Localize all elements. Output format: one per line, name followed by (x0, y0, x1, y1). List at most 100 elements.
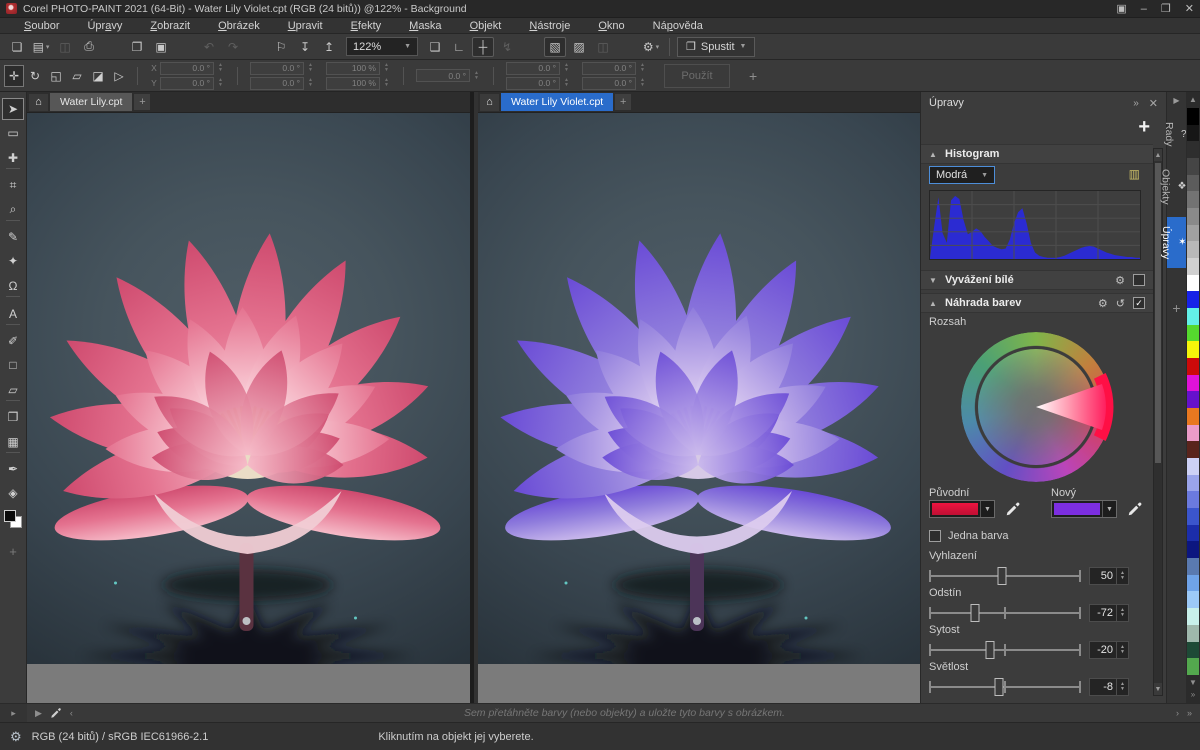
distort-tool-icon[interactable]: ◪ (88, 65, 108, 87)
collapse-icon[interactable]: ▲ (929, 150, 939, 159)
rotate-tool-icon[interactable]: ↻ (25, 65, 45, 87)
object-pick-tool[interactable]: ❐ (2, 406, 24, 428)
slider-handle[interactable] (970, 604, 979, 622)
rectangle-mask-tool[interactable]: ▭ (2, 122, 24, 144)
scrollbar-thumb[interactable] (1155, 163, 1161, 463)
import-icon[interactable]: ↧ (294, 37, 316, 57)
single-color-checkbox[interactable] (929, 530, 941, 542)
palette-color[interactable] (1187, 291, 1199, 308)
menu-item-pravy[interactable]: Úpravy (73, 18, 136, 34)
slider-value-box[interactable]: -20 ▲▼ (1089, 641, 1129, 659)
overflow-icon[interactable]: » (1187, 708, 1192, 718)
foreground-background-colors[interactable] (4, 510, 22, 528)
close-button[interactable]: ✕ (1185, 2, 1194, 15)
fullscreen-preview-icon[interactable]: ❑ (424, 37, 446, 57)
slider-handle[interactable] (994, 678, 1003, 696)
palette-color[interactable] (1187, 525, 1199, 542)
palette-color[interactable] (1187, 241, 1199, 258)
sign-in-icon[interactable]: ▣ (1116, 2, 1126, 15)
palette-color[interactable] (1187, 625, 1199, 642)
color-replace-section-header[interactable]: ▲ Náhrada barev ⚙ ↺ ✓ (921, 293, 1153, 313)
palette-color[interactable] (1187, 141, 1199, 158)
eyedropper-icon[interactable] (50, 707, 62, 719)
mask-marquee-icon[interactable]: ▧ (544, 37, 566, 57)
palette-color[interactable] (1187, 591, 1199, 608)
close-panel-icon[interactable]: ✕ (1149, 97, 1158, 110)
palette-color[interactable] (1187, 358, 1199, 375)
palette-color[interactable] (1187, 541, 1199, 558)
home-icon[interactable]: ⌂ (29, 94, 48, 111)
histogram-channel-select[interactable]: Modrá ▼ (929, 166, 995, 184)
slider-track[interactable] (929, 604, 1081, 622)
color-wheel[interactable] (961, 332, 1111, 482)
palette-color[interactable] (1187, 125, 1199, 142)
separator[interactable] (520, 37, 542, 57)
palette-color[interactable] (1187, 458, 1199, 475)
copy-icon[interactable]: ❐ (126, 37, 148, 57)
position-tool-icon[interactable]: ✛ (4, 65, 24, 87)
color-settings-gear-icon[interactable]: ⚙ (10, 729, 22, 745)
scroll-left-icon[interactable]: ‹ (70, 708, 73, 718)
print-icon[interactable]: ⎙ (78, 37, 100, 57)
crop-tool[interactable]: ⌗ (2, 174, 24, 196)
fill-tool[interactable]: ◈ (2, 482, 24, 504)
menu-item-obrzek[interactable]: Obrázek (204, 18, 274, 34)
ring-range-handle[interactable] (1105, 402, 1112, 413)
tab-rady[interactable]: ? Rady (1167, 113, 1187, 156)
menu-item-upravit[interactable]: Upravit (274, 18, 337, 34)
white-balance-section-header[interactable]: ▼ Vyvážení bílé ⚙ (921, 270, 1153, 290)
export-icon[interactable]: ↥ (318, 37, 340, 57)
palette-color[interactable] (1187, 391, 1199, 408)
palette-color[interactable] (1187, 308, 1199, 325)
play-icon[interactable]: ▶ (35, 708, 42, 719)
palette-color[interactable] (1187, 191, 1199, 208)
rectangle-tool[interactable]: □ (2, 354, 24, 376)
histogram-options-icon[interactable]: ▥ (1129, 167, 1140, 181)
original-color-picker[interactable]: ▼ (929, 500, 995, 518)
spinner-buttons[interactable]: ▲▼ (1116, 605, 1128, 621)
menu-item-efekty[interactable]: Efekty (337, 18, 396, 34)
scroll-down-icon[interactable]: ▼ (1154, 683, 1162, 695)
options-gear-icon[interactable]: ⚙ (640, 37, 662, 57)
collapse-icon[interactable]: ▲ (929, 299, 939, 308)
launch-button[interactable]: ❐ Spustit ▼ (677, 37, 755, 57)
separator[interactable] (246, 37, 268, 57)
palette-color[interactable] (1187, 325, 1199, 342)
histogram-section-header[interactable]: ▲ Histogram (921, 144, 1153, 164)
palette-color[interactable] (1187, 158, 1199, 175)
home-icon[interactable]: ⌂ (480, 94, 499, 111)
undo-icon[interactable]: ↶ (198, 37, 220, 57)
save-icon[interactable]: ◫ (54, 37, 76, 57)
effect-tool[interactable]: ✦ (2, 250, 24, 272)
pick-tool[interactable]: ➤ (2, 98, 24, 120)
palette-color[interactable] (1187, 558, 1199, 575)
mask-outline-icon[interactable]: ▨ (568, 37, 590, 57)
menu-item-okno[interactable]: Okno (584, 18, 638, 34)
mask-transform-tool[interactable]: ✚ (2, 146, 24, 168)
expand-panel-icon[interactable]: » (1133, 98, 1139, 109)
palette-color[interactable] (1187, 108, 1199, 125)
transparency-tool[interactable]: ▦ (2, 430, 24, 452)
new-tab-button[interactable]: + (615, 94, 631, 110)
add-docker-button[interactable]: + (1172, 300, 1180, 316)
palette-color[interactable] (1187, 225, 1199, 242)
palette-color[interactable] (1187, 275, 1199, 292)
reset-icon[interactable]: ↺ (1116, 297, 1125, 310)
slider-track[interactable] (929, 641, 1081, 659)
restore-button[interactable]: ❐ (1161, 2, 1171, 15)
palette-color[interactable] (1187, 608, 1199, 625)
skew-tool-icon[interactable]: ▱ (67, 65, 87, 87)
menu-item-npovda[interactable]: Nápověda (639, 18, 717, 34)
collapse-icon[interactable]: ▼ (929, 276, 939, 285)
minimize-button[interactable]: – (1141, 3, 1147, 15)
scroll-up-icon[interactable]: ▲ (1154, 149, 1162, 161)
collapse-dockers-icon[interactable]: ▶ (1173, 96, 1179, 105)
document-tab-active[interactable]: Water Lily Violet.cpt (501, 93, 613, 111)
redo-icon[interactable]: ↷ (222, 37, 244, 57)
document-canvas-right[interactable] (478, 113, 920, 664)
pan-icon[interactable]: ⚐ (270, 37, 292, 57)
palette-color[interactable] (1187, 408, 1199, 425)
mask-invert-icon[interactable]: ◫ (592, 37, 614, 57)
lasso-mask-tool[interactable]: Ω (2, 274, 24, 296)
perspective-tool-icon[interactable]: ▷ (109, 65, 129, 87)
